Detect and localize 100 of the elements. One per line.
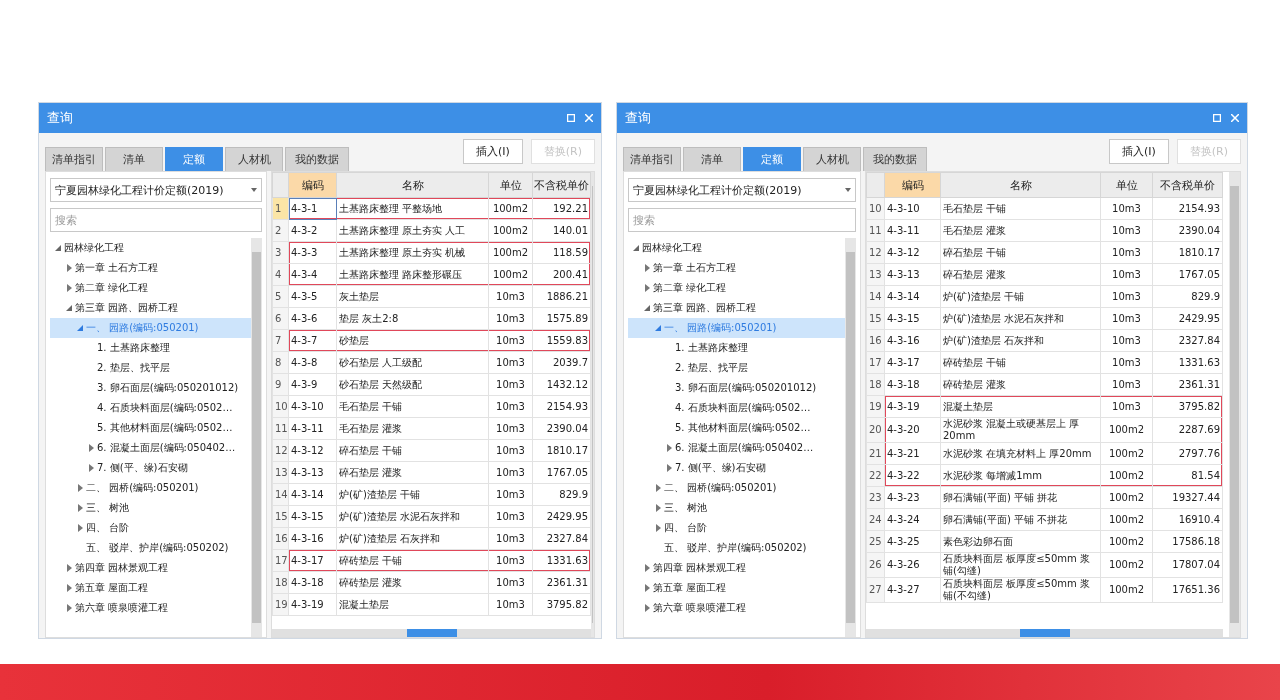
table-row[interactable]: 23 4-3-23 卵石满铺(平面) 平铺 拼花 100m2 19327.44 (866, 486, 1223, 509)
tree-item[interactable]: 6. 混凝土面层(编码:050402… (50, 438, 251, 458)
table-row[interactable]: 13 4-3-13 碎石垫层 灌浆 10m3 1767.05 (866, 263, 1223, 286)
tree-item[interactable]: 五、 驳岸、护岸(编码:050202) (50, 538, 251, 558)
tab[interactable]: 清单 (683, 147, 741, 171)
tab[interactable]: 人材机 (225, 147, 283, 171)
table-row[interactable]: 6 4-3-6 垫层 灰土2:8 10m3 1575.89 (272, 307, 591, 330)
table-row[interactable]: 14 4-3-14 炉(矿)渣垫层 干铺 10m3 829.9 (272, 483, 591, 506)
tree-item[interactable]: 7. 侧(平、缘)石安砌 (628, 458, 845, 478)
collapsed-arrow-icon[interactable] (66, 564, 72, 572)
tree-item[interactable]: 第二章 绿化工程 (50, 278, 251, 298)
table-row[interactable]: 11 4-3-11 毛石垫层 灌浆 10m3 2390.04 (866, 219, 1223, 242)
tree-item[interactable]: 第三章 园路、园桥工程 (50, 298, 251, 318)
expanded-arrow-icon[interactable] (633, 245, 639, 251)
collapsed-arrow-icon[interactable] (66, 584, 72, 592)
collapsed-arrow-icon[interactable] (666, 444, 672, 452)
tree-item[interactable]: 4. 石质块料面层(编码:0502… (628, 398, 845, 418)
library-dropdown[interactable]: 宁夏园林绿化工程计价定额(2019) (628, 178, 856, 202)
column-header[interactable]: 编码 (884, 172, 941, 198)
tree-item[interactable]: 第五章 屋面工程 (628, 578, 845, 598)
tree-item[interactable]: 第一章 土石方工程 (628, 258, 845, 278)
search-field[interactable]: 搜索 (628, 208, 856, 232)
close-icon[interactable] (585, 114, 593, 122)
table-row[interactable]: 18 4-3-18 碎砖垫层 灌浆 10m3 2361.31 (272, 571, 591, 594)
tree-item[interactable]: 4. 石质块料面层(编码:0502… (50, 398, 251, 418)
tree-item[interactable]: 2. 垫层、找平层 (628, 358, 845, 378)
collapsed-arrow-icon[interactable] (66, 604, 72, 612)
tree-item[interactable]: 四、 台阶 (628, 518, 845, 538)
tree-item[interactable]: 二、 园桥(编码:050201) (50, 478, 251, 498)
tree-item[interactable]: 3. 卵石面层(编码:050201012) (50, 378, 251, 398)
search-field[interactable]: 搜索 (50, 208, 262, 232)
tree-item[interactable]: 第六章 喷泉喷灌工程 (50, 598, 251, 618)
collapsed-arrow-icon[interactable] (644, 564, 650, 572)
table-row[interactable]: 10 4-3-10 毛石垫层 干铺 10m3 2154.93 (272, 395, 591, 418)
tree-item[interactable]: 2. 垫层、找平层 (50, 358, 251, 378)
insert-button[interactable]: 插入(I) (462, 139, 523, 164)
tree-item[interactable]: 1. 土基路床整理 (628, 338, 845, 358)
insert-button[interactable]: 插入(I) (1108, 139, 1169, 164)
table-row[interactable]: 7 4-3-7 砂垫层 10m3 1559.83 (272, 329, 591, 352)
table-row[interactable]: 25 4-3-25 素色彩边卵石面 100m2 17586.18 (866, 530, 1223, 553)
collapsed-arrow-icon[interactable] (88, 444, 94, 452)
table-row[interactable]: 26 4-3-26 石质块料面层 板厚度≤50mm 浆铺(勾缝) 100m2 17807.04 (866, 552, 1223, 578)
table-row[interactable]: 3 4-3-3 土基路床整理 原土夯实 机械 100m2 118.59 (272, 241, 591, 264)
collapsed-arrow-icon[interactable] (644, 584, 650, 592)
tree-item[interactable]: 第一章 土石方工程 (50, 258, 251, 278)
table-row[interactable]: 27 4-3-27 石质块料面层 板厚度≤50mm 浆铺(不勾缝) 100m2 17651.36 (866, 577, 1223, 603)
close-icon[interactable] (1231, 114, 1239, 122)
table-row[interactable]: 9 4-3-9 砂石垫层 天然级配 10m3 1432.12 (272, 373, 591, 396)
collapsed-arrow-icon[interactable] (88, 464, 94, 472)
tree-item[interactable]: 第四章 园林景观工程 (628, 558, 845, 578)
scrollbar[interactable] (251, 238, 262, 637)
restore-icon[interactable] (567, 114, 575, 122)
tree-item[interactable]: 第六章 喷泉喷灌工程 (628, 598, 845, 618)
table-row[interactable]: 1 4-3-1 土基路床整理 平整场地 100m2 192.21 (272, 197, 591, 220)
collapsed-arrow-icon[interactable] (644, 264, 650, 272)
column-header[interactable]: 不含税单价 (532, 172, 591, 198)
collapsed-arrow-icon[interactable] (66, 284, 72, 292)
collapsed-arrow-icon[interactable] (655, 504, 661, 512)
tree-item[interactable]: 园林绿化工程 (50, 238, 251, 258)
tab[interactable]: 我的数据 (863, 147, 927, 171)
table-row[interactable]: 20 4-3-20 水泥砂浆 混凝土或硬基层上 厚20mm 100m2 2287.69 (866, 417, 1223, 443)
tree-item[interactable]: 园林绿化工程 (628, 238, 845, 258)
table-row[interactable]: 13 4-3-13 碎石垫层 灌浆 10m3 1767.05 (272, 461, 591, 484)
tree-item[interactable]: 3. 卵石面层(编码:050201012) (628, 378, 845, 398)
table-row[interactable]: 21 4-3-21 水泥砂浆 在填充材料上 厚20mm 100m2 2797.76 (866, 442, 1223, 465)
scrollbar[interactable] (845, 238, 856, 637)
column-header[interactable]: 不含税单价 (1152, 172, 1223, 198)
table-row[interactable]: 2 4-3-2 土基路床整理 原土夯实 人工 100m2 140.01 (272, 219, 591, 242)
tab[interactable]: 清单指引 (45, 147, 103, 171)
table-row[interactable]: 12 4-3-12 碎石垫层 干铺 10m3 1810.17 (272, 439, 591, 462)
table-row[interactable]: 4 4-3-4 土基路床整理 路床整形碾压 100m2 200.41 (272, 263, 591, 286)
restore-icon[interactable] (1213, 114, 1221, 122)
tree-item[interactable]: 五、 驳岸、护岸(编码:050202) (628, 538, 845, 558)
horizontal-scrollbar[interactable] (866, 629, 1223, 637)
collapsed-arrow-icon[interactable] (66, 264, 72, 272)
column-header[interactable]: 名称 (336, 172, 489, 198)
tree-item[interactable]: 三、 树池 (50, 498, 251, 518)
table-row[interactable]: 14 4-3-14 炉(矿)渣垫层 干铺 10m3 829.9 (866, 285, 1223, 308)
scrollbar[interactable] (591, 172, 594, 637)
tree-item[interactable]: 四、 台阶 (50, 518, 251, 538)
expanded-arrow-icon[interactable] (55, 245, 61, 251)
tree-item[interactable]: 5. 其他材料面层(编码:0502… (50, 418, 251, 438)
table-row[interactable]: 16 4-3-16 炉(矿)渣垫层 石灰拌和 10m3 2327.84 (866, 329, 1223, 352)
expanded-arrow-icon[interactable] (66, 305, 72, 311)
table-row[interactable]: 18 4-3-18 碎砖垫层 灌浆 10m3 2361.31 (866, 373, 1223, 396)
collapsed-arrow-icon[interactable] (77, 504, 83, 512)
tab[interactable]: 清单指引 (623, 147, 681, 171)
table-row[interactable]: 24 4-3-24 卵石满铺(平面) 平铺 不拼花 100m2 16910.4 (866, 508, 1223, 531)
column-header[interactable]: 单位 (1100, 172, 1153, 198)
table-row[interactable]: 19 4-3-19 混凝土垫层 10m3 3795.82 (272, 593, 591, 616)
tree-item[interactable]: 二、 园桥(编码:050201) (628, 478, 845, 498)
collapsed-arrow-icon[interactable] (666, 464, 672, 472)
column-header[interactable]: 名称 (940, 172, 1101, 198)
column-header[interactable]: 编码 (288, 172, 337, 198)
collapsed-arrow-icon[interactable] (77, 524, 83, 532)
tree-item[interactable]: 6. 混凝土面层(编码:050402… (628, 438, 845, 458)
tab[interactable]: 清单 (105, 147, 163, 171)
tree-item[interactable]: 5. 其他材料面层(编码:0502… (628, 418, 845, 438)
table-row[interactable]: 11 4-3-11 毛石垫层 灌浆 10m3 2390.04 (272, 417, 591, 440)
table-row[interactable]: 19 4-3-19 混凝土垫层 10m3 3795.82 (866, 395, 1223, 418)
